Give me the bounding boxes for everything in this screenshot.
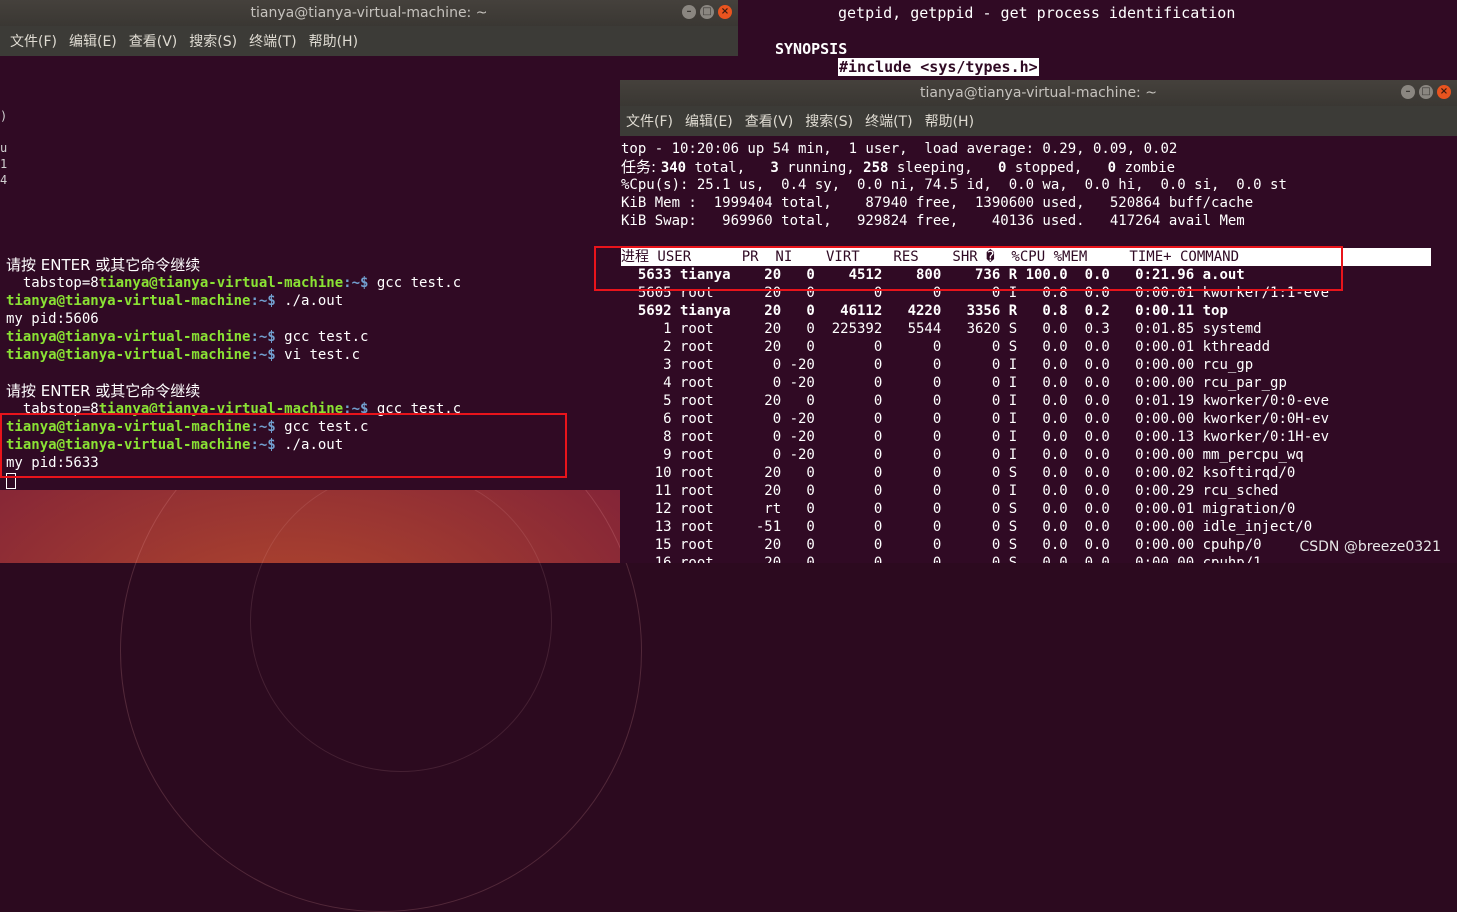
terminal-line: tianya@tianya-virtual-machine:~$ vi test… <box>6 347 361 363</box>
terminal-line: 请按 ENTER 或其它命令继续 <box>6 256 201 274</box>
minimize-icon[interactable]: – <box>682 5 696 19</box>
window-controls: – □ × <box>1401 85 1451 99</box>
man-page-window[interactable]: getpid, getppid - get process identifica… <box>738 0 1457 80</box>
menubar: 文件(F) 编辑(E) 查看(V) 搜索(S) 终端(T) 帮助(H) <box>0 26 738 56</box>
process-row: 1 root 20 0 225392 5544 3620 S 0.0 0.3 0… <box>621 321 1262 337</box>
menu-search[interactable]: 搜索(S) <box>189 31 237 51</box>
terminal-line: tabstop=8tianya@tianya-virtual-machine:~… <box>6 275 462 291</box>
menu-help[interactable]: 帮助(H) <box>925 111 974 131</box>
terminal-line: my pid:5606 <box>6 311 99 327</box>
terminal-line: tianya@tianya-virtual-machine:~$ gcc tes… <box>6 329 369 345</box>
terminal-window-top[interactable]: tianya@tianya-virtual-machine: ~ – □ × 文… <box>620 80 1457 563</box>
wallpaper-arc <box>250 470 552 772</box>
titlebar[interactable]: tianya@tianya-virtual-machine: ~ – □ × <box>620 80 1457 106</box>
menu-search[interactable]: 搜索(S) <box>805 111 853 131</box>
top-output[interactable]: top - 10:20:06 up 54 min, 1 user, load a… <box>620 136 1457 563</box>
process-row: 15 root 20 0 0 0 0 S 0.0 0.0 0:00.00 cpu… <box>621 537 1262 553</box>
top-tasks-line: 任务: 340 total, 3 running, 258 sleeping, … <box>621 158 1176 176</box>
process-row: 13 root -51 0 0 0 0 S 0.0 0.0 0:00.00 id… <box>621 519 1313 535</box>
process-row: 16 root 20 0 0 0 0 S 0.0 0.0 0:00.00 cpu… <box>621 555 1262 563</box>
menu-file[interactable]: 文件(F) <box>626 111 673 131</box>
man-synopsis-heading: SYNOPSIS <box>775 40 848 58</box>
man-include-line: #include <sys/types.h> <box>838 58 1039 76</box>
menu-terminal[interactable]: 终端(T) <box>865 111 912 131</box>
process-row: 5 root 20 0 0 0 0 I 0.0 0.0 0:01.19 kwor… <box>621 393 1330 409</box>
maximize-icon[interactable]: □ <box>1419 85 1433 99</box>
watermark: CSDN @breeze0321 <box>1299 539 1441 555</box>
window-title: tianya@tianya-virtual-machine: ~ <box>920 85 1157 101</box>
process-row: 11 root 20 0 0 0 0 I 0.0 0.0 0:00.29 rcu… <box>621 483 1279 499</box>
terminal-line: tianya@tianya-virtual-machine:~$ ./a.out <box>6 293 344 309</box>
process-row: 10 root 20 0 0 0 0 S 0.0 0.0 0:00.02 kso… <box>621 465 1296 481</box>
window-title: tianya@tianya-virtual-machine: ~ <box>250 5 488 21</box>
window-controls: – □ × <box>682 5 732 19</box>
close-icon[interactable]: × <box>718 5 732 19</box>
highlight-box-left <box>0 413 567 478</box>
maximize-icon[interactable]: □ <box>700 5 714 19</box>
menu-view[interactable]: 查看(V) <box>745 111 794 131</box>
top-cpu-line: %Cpu(s): 25.1 us, 0.4 sy, 0.0 ni, 74.5 i… <box>621 177 1287 193</box>
top-swap-line: KiB Swap: 969960 total, 929824 free, 401… <box>621 213 1245 229</box>
minimize-icon[interactable]: – <box>1401 85 1415 99</box>
highlight-box-right <box>594 246 1343 291</box>
menubar: 文件(F) 编辑(E) 查看(V) 搜索(S) 终端(T) 帮助(H) <box>620 106 1457 136</box>
terminal-line: 请按 ENTER 或其它命令继续 <box>6 382 201 400</box>
menu-help[interactable]: 帮助(H) <box>309 31 358 51</box>
menu-edit[interactable]: 编辑(E) <box>69 31 117 51</box>
top-mem-line: KiB Mem : 1999404 total, 87940 free, 139… <box>621 195 1254 211</box>
process-row: 12 root rt 0 0 0 0 S 0.0 0.0 0:00.01 mig… <box>621 501 1296 517</box>
man-name-line: getpid, getppid - get process identifica… <box>838 4 1236 22</box>
process-row: 3 root 0 -20 0 0 0 I 0.0 0.0 0:00.00 rcu… <box>621 357 1254 373</box>
process-row: 4 root 0 -20 0 0 0 I 0.0 0.0 0:00.00 rcu… <box>621 375 1287 391</box>
menu-terminal[interactable]: 终端(T) <box>249 31 296 51</box>
titlebar[interactable]: tianya@tianya-virtual-machine: ~ – □ × <box>0 0 738 26</box>
menu-file[interactable]: 文件(F) <box>10 31 57 51</box>
menu-view[interactable]: 查看(V) <box>129 31 178 51</box>
close-icon[interactable]: × <box>1437 85 1451 99</box>
man-include-text: #include <sys/types.h> <box>838 58 1039 76</box>
edge-glyphs: ) u 1 4 <box>0 109 8 187</box>
process-row: 9 root 0 -20 0 0 0 I 0.0 0.0 0:00.00 mm_… <box>621 447 1304 463</box>
process-row: 8 root 0 -20 0 0 0 I 0.0 0.0 0:00.13 kwo… <box>621 429 1330 445</box>
process-row: 2 root 20 0 0 0 0 S 0.0 0.0 0:00.01 kthr… <box>621 339 1271 355</box>
process-row: 6 root 0 -20 0 0 0 I 0.0 0.0 0:00.00 kwo… <box>621 411 1330 427</box>
top-uptime-line: top - 10:20:06 up 54 min, 1 user, load a… <box>621 141 1178 157</box>
process-row: 5692 tianya 20 0 46112 4220 3356 R 0.8 0… <box>621 303 1228 319</box>
menu-edit[interactable]: 编辑(E) <box>685 111 733 131</box>
